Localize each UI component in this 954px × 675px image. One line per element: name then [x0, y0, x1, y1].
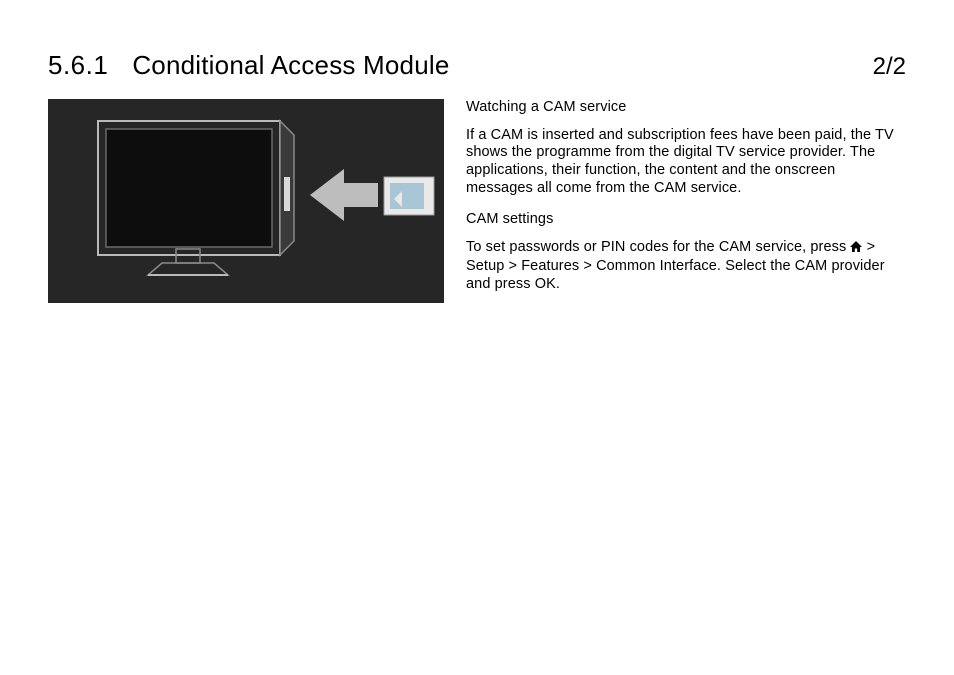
page-title: Conditional Access Module: [132, 50, 449, 81]
subheading-settings: CAM settings: [466, 211, 906, 229]
cam-insertion-illustration: [48, 99, 444, 303]
paragraph-settings: To set passwords or PIN codes for the CA…: [466, 239, 906, 293]
home-icon: [850, 240, 862, 258]
text-column: Watching a CAM service If a CAM is inser…: [466, 99, 906, 307]
cam-card-icon: [384, 177, 434, 215]
page-counter: 2/2: [873, 53, 906, 81]
page-header: 5.6.1 Conditional Access Module 2/2: [48, 50, 906, 81]
header-left: 5.6.1 Conditional Access Module: [48, 50, 450, 81]
document-page: 5.6.1 Conditional Access Module 2/2: [0, 0, 954, 675]
content-row: Watching a CAM service If a CAM is inser…: [48, 99, 906, 307]
subheading-watching: Watching a CAM service: [466, 99, 906, 117]
paragraph-watching: If a CAM is inserted and subscription fe…: [466, 127, 906, 198]
section-number: 5.6.1: [48, 50, 108, 81]
para2-pre: To set passwords or PIN codes for the CA…: [466, 239, 850, 255]
